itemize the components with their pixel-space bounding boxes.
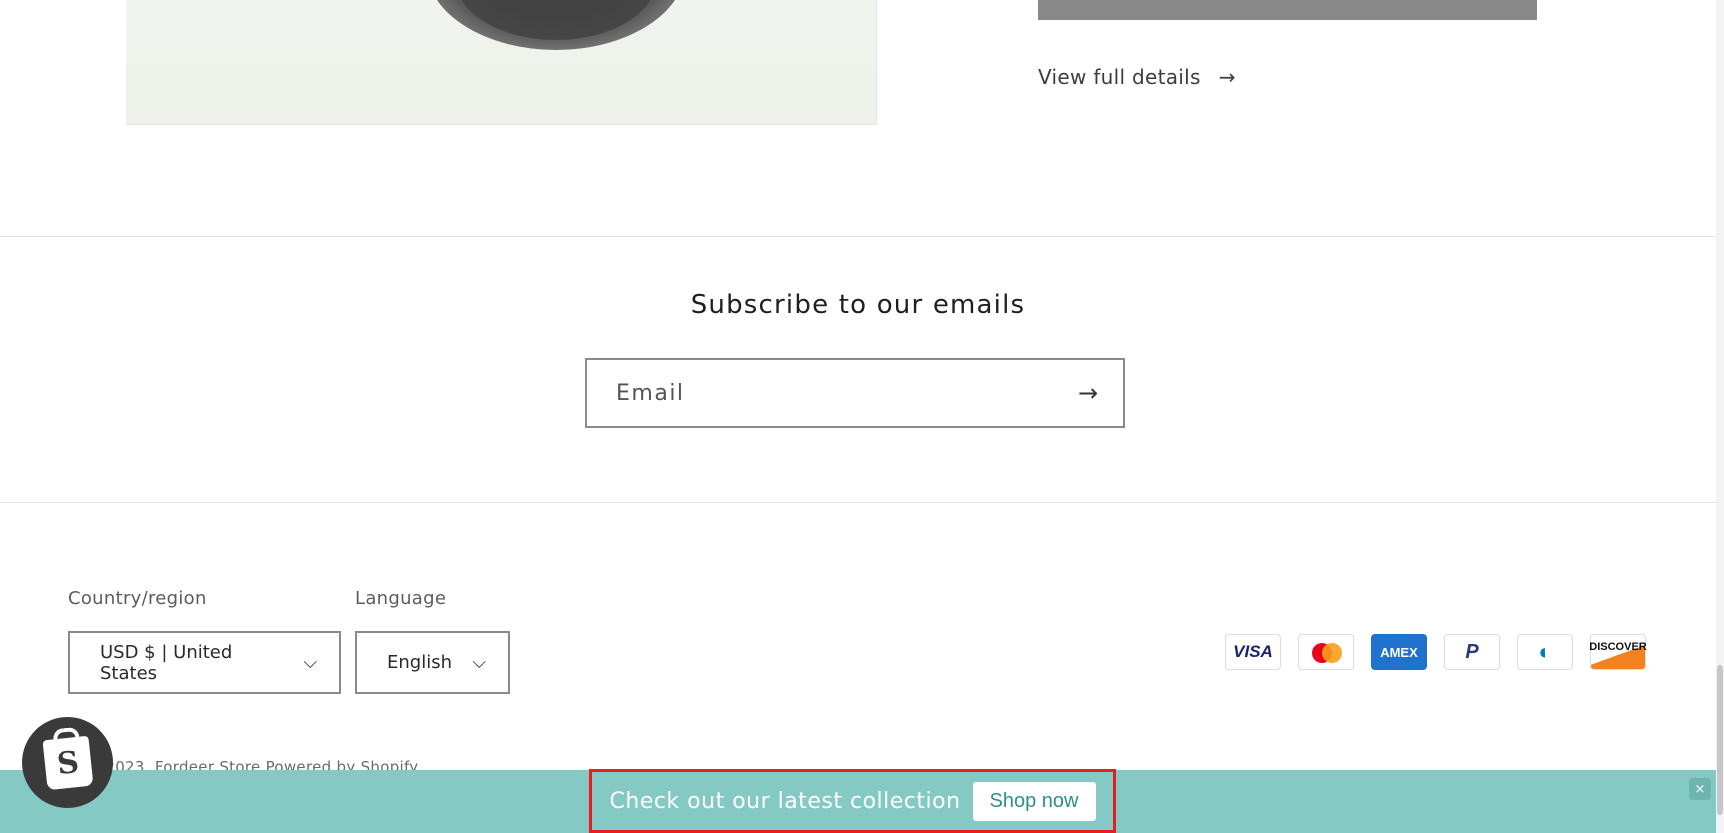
arrow-right-icon: → bbox=[1218, 65, 1236, 89]
paypal-icon: P bbox=[1444, 634, 1500, 670]
arrow-right-icon: → bbox=[1077, 379, 1099, 407]
payment-icons: VISA AMEX P ◐ DISCOVER bbox=[1225, 634, 1647, 670]
close-icon[interactable]: × bbox=[1689, 778, 1711, 800]
diners-club-icon: ◐ bbox=[1517, 634, 1573, 670]
add-to-cart-button[interactable] bbox=[1038, 0, 1537, 20]
shopify-badge-button[interactable]: S bbox=[22, 717, 113, 808]
country-region-select[interactable]: USD $ | United States ⌵ bbox=[68, 631, 341, 694]
subscribe-submit-button[interactable]: → bbox=[1053, 360, 1123, 426]
shop-now-button[interactable]: Shop now bbox=[972, 781, 1096, 821]
footer-divider bbox=[0, 502, 1716, 503]
language-value: English bbox=[387, 652, 452, 673]
chevron-down-icon: ⌵ bbox=[472, 652, 486, 673]
shopify-letter: S bbox=[54, 744, 81, 782]
scrollbar-thumb[interactable] bbox=[1717, 665, 1723, 815]
view-full-details-link[interactable]: View full details → bbox=[1038, 62, 1236, 92]
amex-icon: AMEX bbox=[1371, 634, 1427, 670]
product-image bbox=[126, 0, 877, 125]
promo-text: Check out our latest collection bbox=[609, 788, 961, 814]
promo-highlight-box: Check out our latest collection Shop now bbox=[589, 769, 1116, 833]
section-divider bbox=[0, 236, 1716, 237]
view-full-details-label: View full details bbox=[1038, 65, 1201, 89]
shopify-bag-icon: S bbox=[42, 735, 93, 790]
language-select[interactable]: English ⌵ bbox=[355, 631, 510, 694]
newsletter-heading: Subscribe to our emails bbox=[690, 290, 1026, 320]
email-field-wrapper: → bbox=[585, 358, 1125, 428]
country-region-value: USD $ | United States bbox=[100, 641, 233, 684]
country-region-label: Country/region bbox=[68, 588, 207, 609]
mastercard-icon bbox=[1298, 634, 1354, 670]
visa-icon: VISA bbox=[1225, 634, 1281, 670]
chevron-down-icon: ⌵ bbox=[303, 652, 317, 673]
language-label: Language bbox=[355, 588, 447, 609]
email-input[interactable] bbox=[587, 360, 1053, 426]
discover-icon: DISCOVER bbox=[1589, 634, 1647, 670]
